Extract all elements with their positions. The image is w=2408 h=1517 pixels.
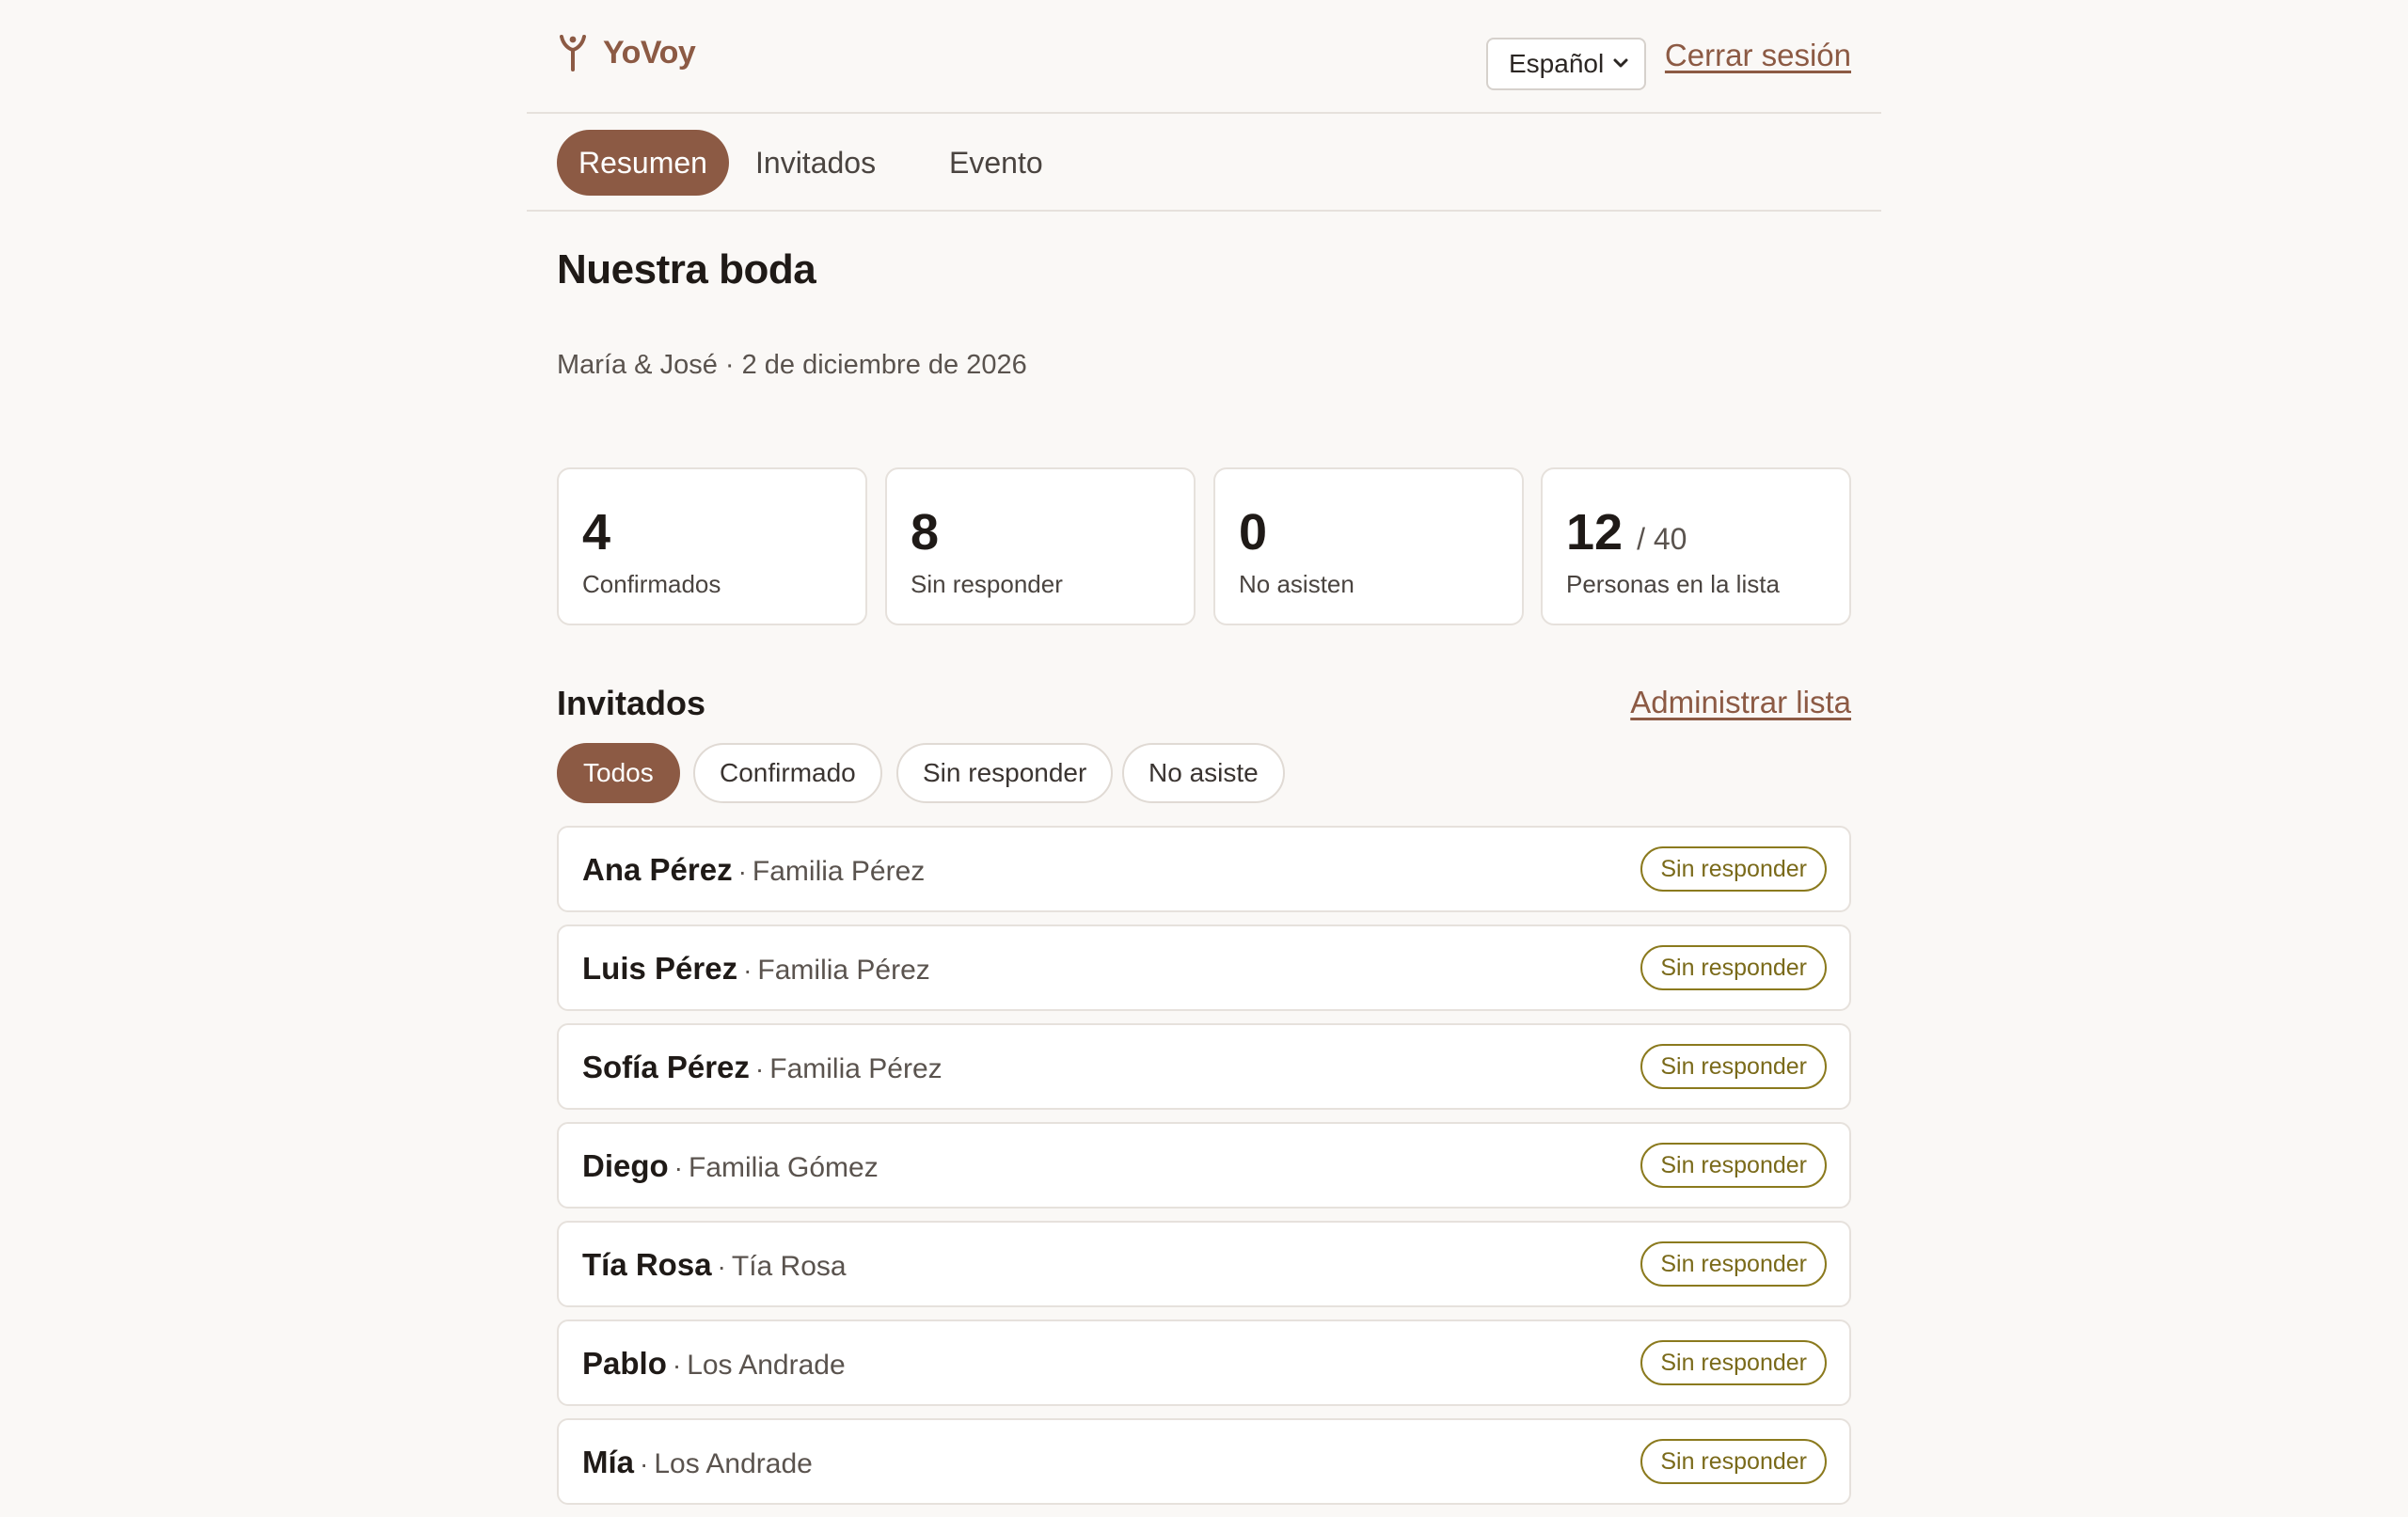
guest-group: Los Andrade [687, 1350, 846, 1381]
event-subtitle: María & José · 2 de diciembre de 2026 [557, 350, 1027, 380]
tab-resumen[interactable]: Resumen [557, 130, 729, 196]
manage-list-link[interactable]: Administrar lista [1630, 685, 1851, 720]
stat-card-confirmed: 4 Confirmados [557, 467, 867, 625]
list-item[interactable]: Mía · Los Andrade Sin responder [557, 1418, 1851, 1505]
stat-value: 4 [582, 504, 611, 561]
stat-value: 12 [1566, 504, 1624, 561]
logout-link[interactable]: Cerrar sesión [1665, 38, 1851, 73]
yovoy-logo-icon [560, 35, 586, 71]
stat-label: Confirmados [582, 570, 721, 598]
filter-confirmed[interactable]: Confirmado [693, 743, 882, 803]
status-badge: Sin responder [1640, 1044, 1827, 1089]
status-badge: Sin responder [1640, 1143, 1827, 1188]
guest-name-line: Diego · Familia Gómez [582, 1148, 879, 1183]
list-item[interactable]: Pablo · Los Andrade Sin responder [557, 1319, 1851, 1406]
list-item[interactable]: Luis Pérez · Familia Pérez Sin responder [557, 924, 1851, 1011]
language-select[interactable]: Español [1486, 38, 1646, 90]
status-badge: Sin responder [1640, 945, 1827, 990]
guest-group: Familia Pérez [752, 856, 926, 887]
guest-name-line: Tía Rosa · Tía Rosa [582, 1247, 847, 1282]
stat-value: 8 [911, 504, 940, 561]
guest-name: Ana Pérez [582, 852, 733, 887]
stats-panel: 4 Confirmados 8 Sin responder 0 No asist… [557, 467, 1851, 625]
guest-group: Familia Gómez [689, 1152, 879, 1183]
chevron-down-icon [1613, 58, 1628, 68]
tab-invitados[interactable]: Invitados [744, 130, 887, 196]
main-tabs: Resumen Invitados Evento [527, 114, 1881, 212]
guest-name: Sofía Pérez [582, 1050, 750, 1084]
list-item[interactable]: Sofía Pérez · Familia Pérez Sin responder [557, 1023, 1851, 1110]
guest-name-line: Ana Pérez · Familia Pérez [582, 852, 926, 887]
top-bar: YoVoy Español Cerrar sesión [527, 0, 1881, 114]
stat-label: Sin responder [911, 570, 1063, 598]
stat-value-people: 12 / 40 [1566, 503, 1687, 561]
guest-name: Luis Pérez [582, 951, 738, 986]
guests-section-title: Invitados [557, 684, 706, 722]
stat-capacity: / 40 [1637, 522, 1687, 556]
list-item[interactable]: Ana Pérez · Familia Pérez Sin responder [557, 826, 1851, 912]
filter-declined[interactable]: No asiste [1122, 743, 1285, 803]
guest-group: Tía Rosa [731, 1251, 847, 1282]
guest-name: Tía Rosa [582, 1247, 712, 1282]
guest-group: Familia Pérez [769, 1053, 943, 1084]
guest-name: Mía [582, 1445, 635, 1479]
brand-name: YoVoy [603, 34, 696, 71]
page-title: Nuestra boda [557, 246, 816, 292]
guest-name: Pablo [582, 1346, 667, 1381]
guest-name: Diego [582, 1148, 669, 1183]
filter-pending[interactable]: Sin responder [896, 743, 1114, 803]
guest-name-line: Sofía Pérez · Familia Pérez [582, 1050, 943, 1084]
app-container: YoVoy Español Cerrar sesión Resumen Invi… [527, 0, 1881, 1505]
tab-evento[interactable]: Evento [938, 130, 1054, 196]
guest-name-line: Mía · Los Andrade [582, 1445, 813, 1479]
list-item[interactable]: Tía Rosa · Tía Rosa Sin responder [557, 1221, 1851, 1307]
stat-value: 0 [1239, 504, 1268, 561]
brand[interactable]: YoVoy [557, 34, 696, 71]
guest-group: Familia Pérez [757, 955, 930, 986]
status-badge: Sin responder [1640, 1340, 1827, 1385]
stat-card-declined: 0 No asisten [1213, 467, 1524, 625]
status-badge: Sin responder [1640, 1241, 1827, 1287]
stat-label: No asisten [1239, 570, 1354, 598]
guest-name-line: Pablo · Los Andrade [582, 1346, 846, 1381]
guest-group: Los Andrade [654, 1448, 813, 1479]
status-badge: Sin responder [1640, 846, 1827, 892]
stat-card-people: 12 / 40 Personas en la lista [1541, 467, 1851, 625]
language-value: Español [1509, 49, 1605, 78]
stat-label: Personas en la lista [1566, 570, 1780, 598]
status-badge: Sin responder [1640, 1439, 1827, 1484]
list-item[interactable]: Diego · Familia Gómez Sin responder [557, 1122, 1851, 1209]
stat-card-pending: 8 Sin responder [885, 467, 1196, 625]
guest-name-line: Luis Pérez · Familia Pérez [582, 951, 930, 986]
filter-all[interactable]: Todos [557, 743, 680, 803]
guest-list: Ana Pérez · Familia Pérez Sin responder Lu… [557, 826, 1851, 1517]
